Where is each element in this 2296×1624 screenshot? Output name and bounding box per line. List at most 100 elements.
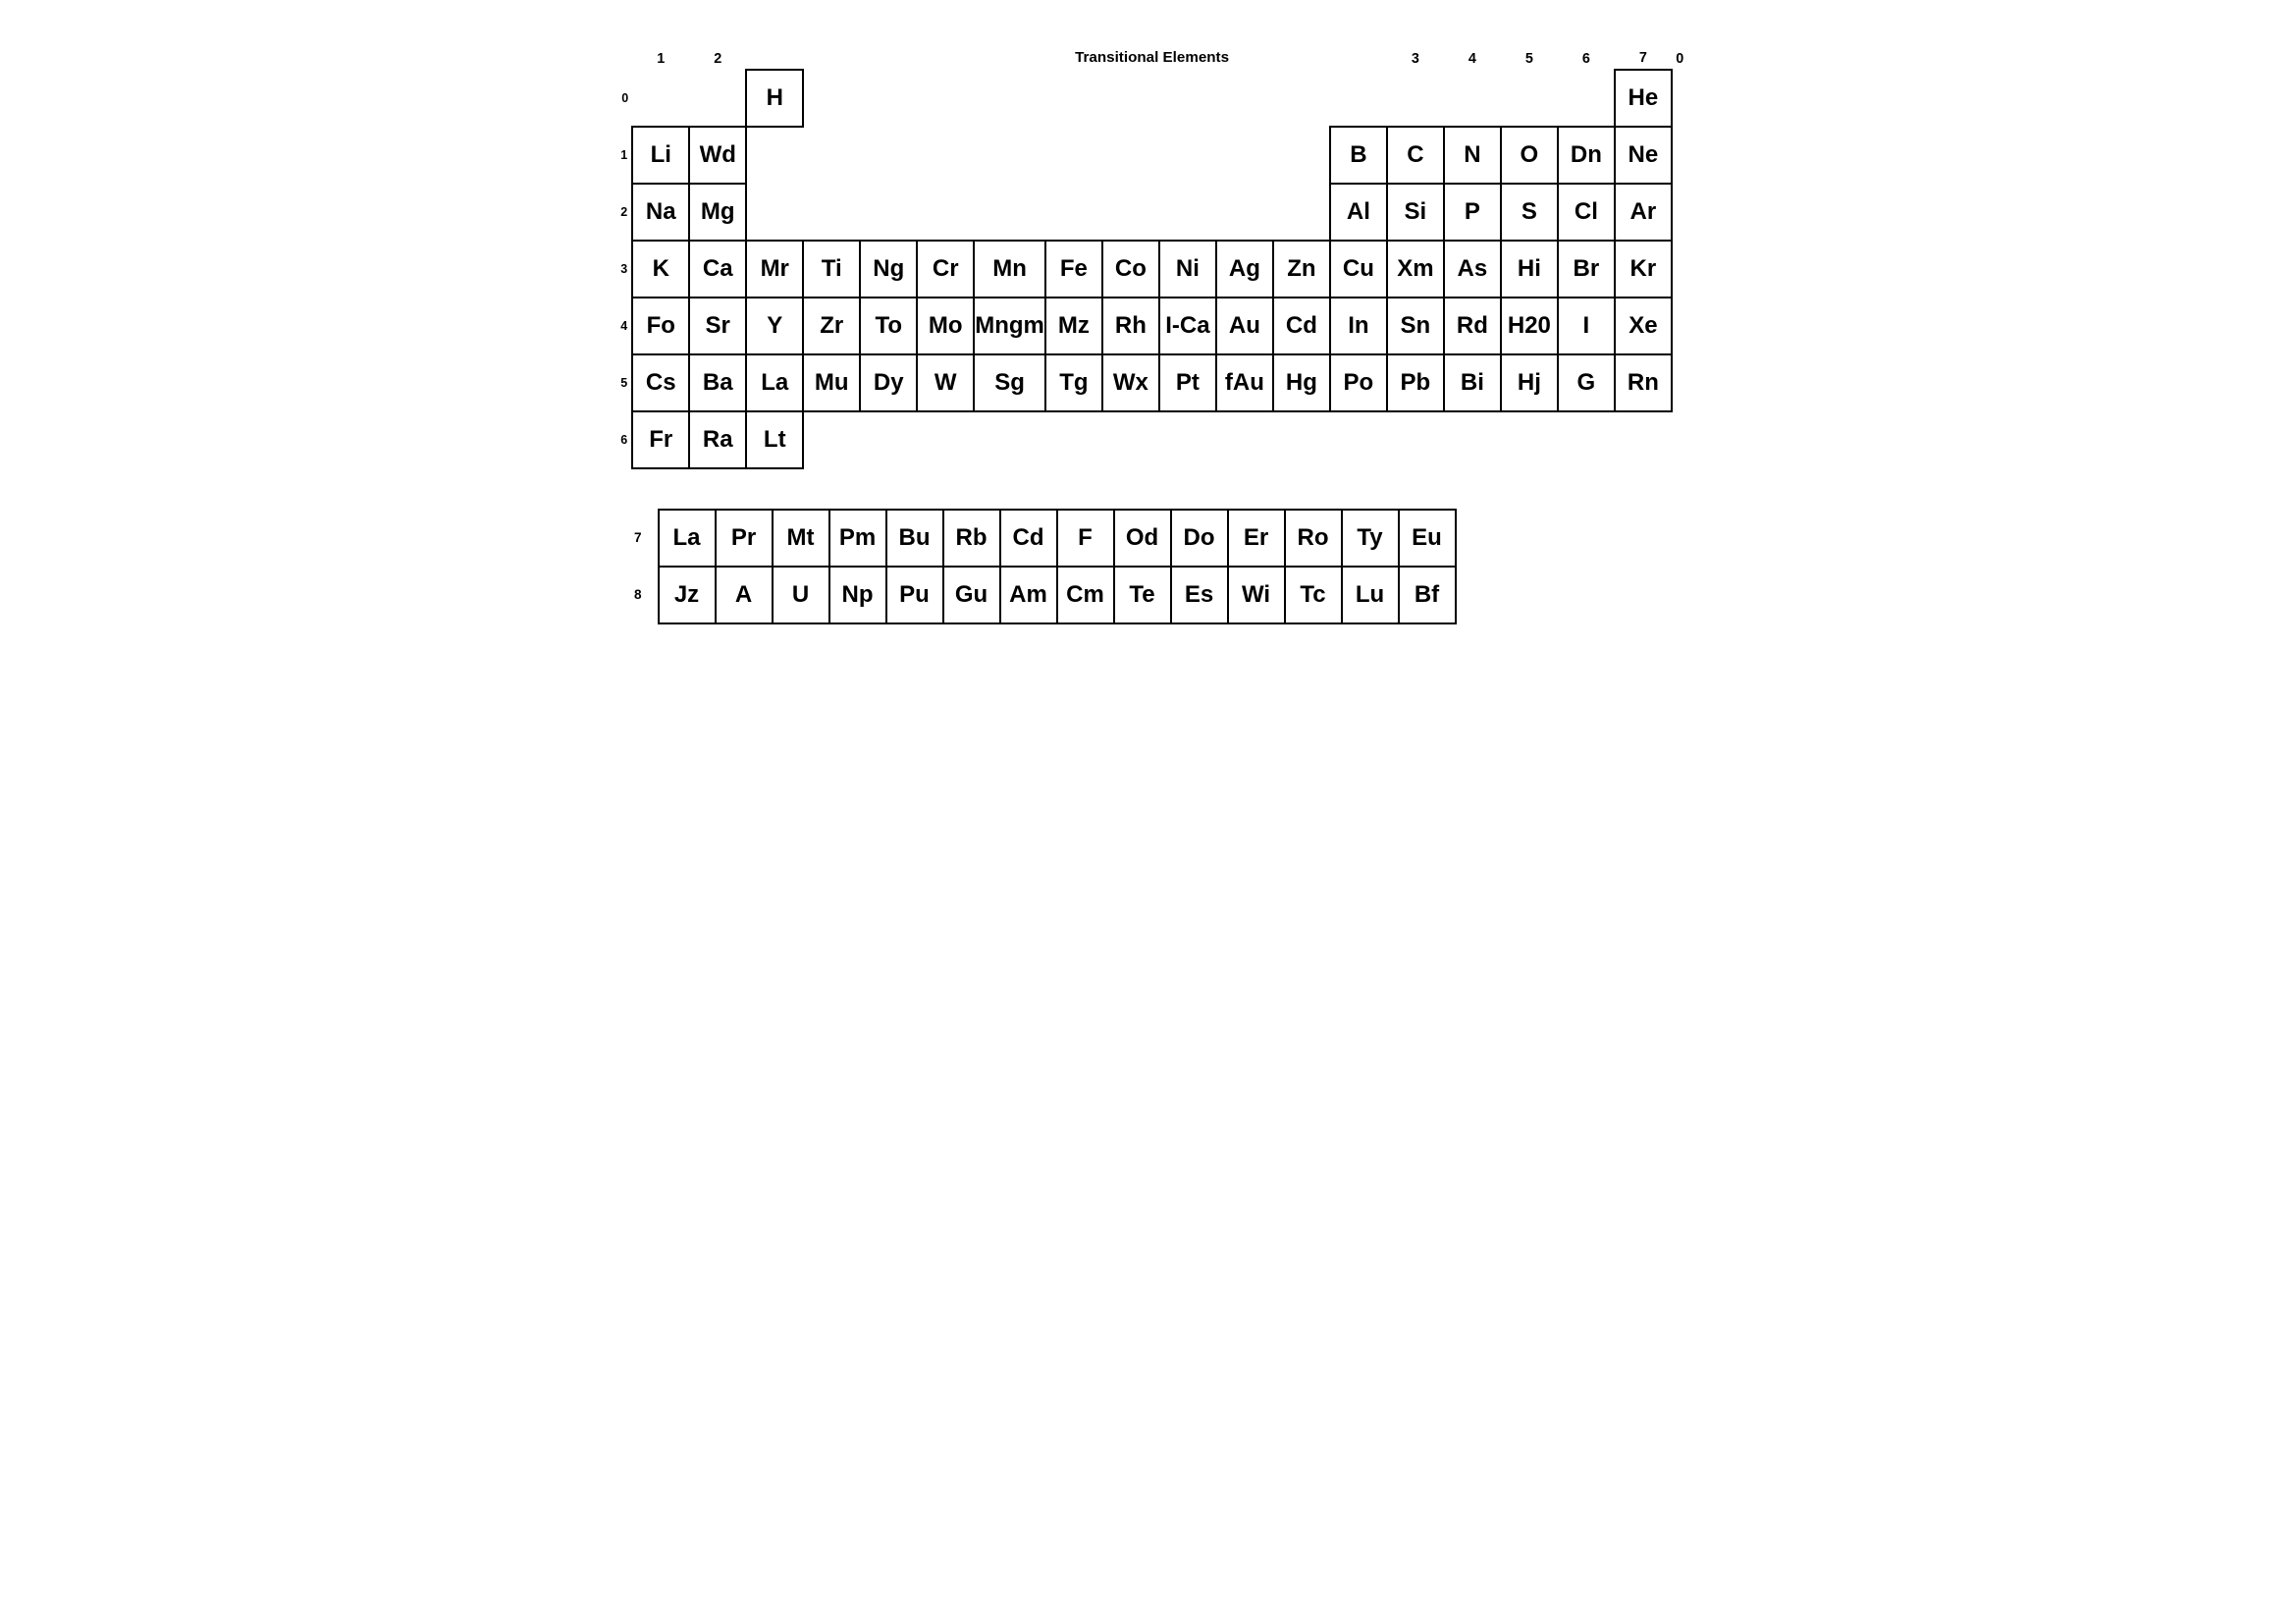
lanthanide-element-Wi: Wi <box>1228 567 1285 623</box>
element-Ag: Ag <box>1216 241 1273 298</box>
element-C: C <box>1387 127 1444 184</box>
empty-cell <box>974 411 1045 468</box>
empty-cell <box>1387 70 1444 127</box>
corner-cell <box>609 49 633 70</box>
lanthanide-row-7: LaPrMtPmBuRbCdFOdDoErRoTyEu <box>659 510 1456 567</box>
empty-cell <box>1045 70 1102 127</box>
element-Rn: Rn <box>1615 354 1672 411</box>
element-Wd: Wd <box>689 127 746 184</box>
empty-cell <box>917 127 974 184</box>
empty-cell <box>1615 411 1672 468</box>
col-header-6: 6 <box>1558 49 1615 70</box>
element-Tg: Tg <box>1045 354 1102 411</box>
empty-cell <box>803 70 860 127</box>
element-I-Ca: I-Ca <box>1159 298 1216 354</box>
element-W: W <box>917 354 974 411</box>
empty-cell <box>1273 127 1330 184</box>
empty-cell <box>1102 184 1159 241</box>
element-Pt: Pt <box>1159 354 1216 411</box>
element-Li: Li <box>632 127 689 184</box>
element-Fo: Fo <box>632 298 689 354</box>
lanthanide-element-Es: Es <box>1171 567 1228 623</box>
table-row-5: 5CsBaLaMuDyWSgTgWxPtfAuHgPoPbBiHjGRn <box>609 354 1688 411</box>
empty-cell <box>1273 184 1330 241</box>
lanthanide-element-La: La <box>659 510 716 567</box>
bottom-row-labels: 7 8 <box>609 509 658 623</box>
element-O: O <box>1501 127 1558 184</box>
row-label-1: 1 <box>609 127 633 184</box>
element-Mo: Mo <box>917 298 974 354</box>
element-Ar: Ar <box>1615 184 1672 241</box>
page: 1 2 Transitional Elements 3 4 5 6 7 0 0 H… <box>609 29 1688 624</box>
empty-cell <box>860 70 917 127</box>
element-Cs: Cs <box>632 354 689 411</box>
empty-cell <box>1102 70 1159 127</box>
lanthanide-element-Ty: Ty <box>1342 510 1399 567</box>
empty-cell <box>1102 127 1159 184</box>
element-Cr: Cr <box>917 241 974 298</box>
lanthanide-element-Od: Od <box>1114 510 1171 567</box>
element-To: To <box>860 298 917 354</box>
element-Cd: Cd <box>1273 298 1330 354</box>
element-H: H <box>746 70 803 127</box>
col-spacer-3 <box>746 49 803 70</box>
lanthanide-element-Np: Np <box>829 567 886 623</box>
element-Cl: Cl <box>1558 184 1615 241</box>
empty-cell <box>1216 184 1273 241</box>
element-Zn: Zn <box>1273 241 1330 298</box>
table-row-3: 3KCaMrTiNgCrMnFeCoNiAgZnCuXmAsHiBrKr <box>609 241 1688 298</box>
lanthanide-element-Pu: Pu <box>886 567 943 623</box>
element-Na: Na <box>632 184 689 241</box>
element-Po: Po <box>1330 354 1387 411</box>
empty-cell <box>1501 411 1558 468</box>
empty-cell <box>803 184 860 241</box>
row-label-0: 0 <box>609 70 633 127</box>
lanthanide-element-Do: Do <box>1171 510 1228 567</box>
element-Y: Y <box>746 298 803 354</box>
element-Bi: Bi <box>1444 354 1501 411</box>
element-Ne: Ne <box>1615 127 1672 184</box>
table-row-0: 0 H He <box>609 70 1688 127</box>
element-Hi: Hi <box>1501 241 1558 298</box>
element-K: K <box>632 241 689 298</box>
empty-cell <box>1045 184 1102 241</box>
element-Xe: Xe <box>1615 298 1672 354</box>
element-Fr: Fr <box>632 411 689 468</box>
element-As: As <box>1444 241 1501 298</box>
empty-cell <box>860 127 917 184</box>
empty-cell <box>917 411 974 468</box>
lanthanide-row-8: JzAUNpPuGuAmCmTeEsWiTcLuBf <box>659 567 1456 623</box>
empty-cell <box>803 411 860 468</box>
element-Wx: Wx <box>1102 354 1159 411</box>
element-Hj: Hj <box>1501 354 1558 411</box>
lanthanide-element-U: U <box>773 567 829 623</box>
lanthanide-element-Mt: Mt <box>773 510 829 567</box>
periodic-table: 1 2 Transitional Elements 3 4 5 6 7 0 0 H… <box>609 49 1688 469</box>
element-Mn: Mn <box>974 241 1045 298</box>
element-Zr: Zr <box>803 298 860 354</box>
element-Kr: Kr <box>1615 241 1672 298</box>
element-S: S <box>1501 184 1558 241</box>
empty-cell <box>1102 411 1159 468</box>
element-Xm: Xm <box>1387 241 1444 298</box>
empty-cell <box>1273 70 1330 127</box>
lanthanide-section: 7 8 LaPrMtPmBuRbCdFOdDoErRoTyEuJzAUNpPuG… <box>609 509 1688 624</box>
empty-cell <box>974 127 1045 184</box>
empty-cell <box>746 184 803 241</box>
lanthanide-element-A: A <box>716 567 773 623</box>
element-Dn: Dn <box>1558 127 1615 184</box>
row-label-6: 6 <box>609 411 633 468</box>
lanthanide-element-Gu: Gu <box>943 567 1000 623</box>
empty-cell <box>1159 127 1216 184</box>
col-header-4: 4 <box>1444 49 1501 70</box>
empty-cell <box>632 70 689 127</box>
empty-cell <box>974 70 1045 127</box>
element-Mu: Mu <box>803 354 860 411</box>
row-label-4: 4 <box>609 298 633 354</box>
element-Lt: Lt <box>746 411 803 468</box>
empty-cell <box>974 184 1045 241</box>
element-He: He <box>1615 70 1672 127</box>
row-label-7: 7 <box>609 509 648 566</box>
empty-cell <box>803 127 860 184</box>
column-header-row: 1 2 Transitional Elements 3 4 5 6 7 0 <box>609 49 1688 70</box>
